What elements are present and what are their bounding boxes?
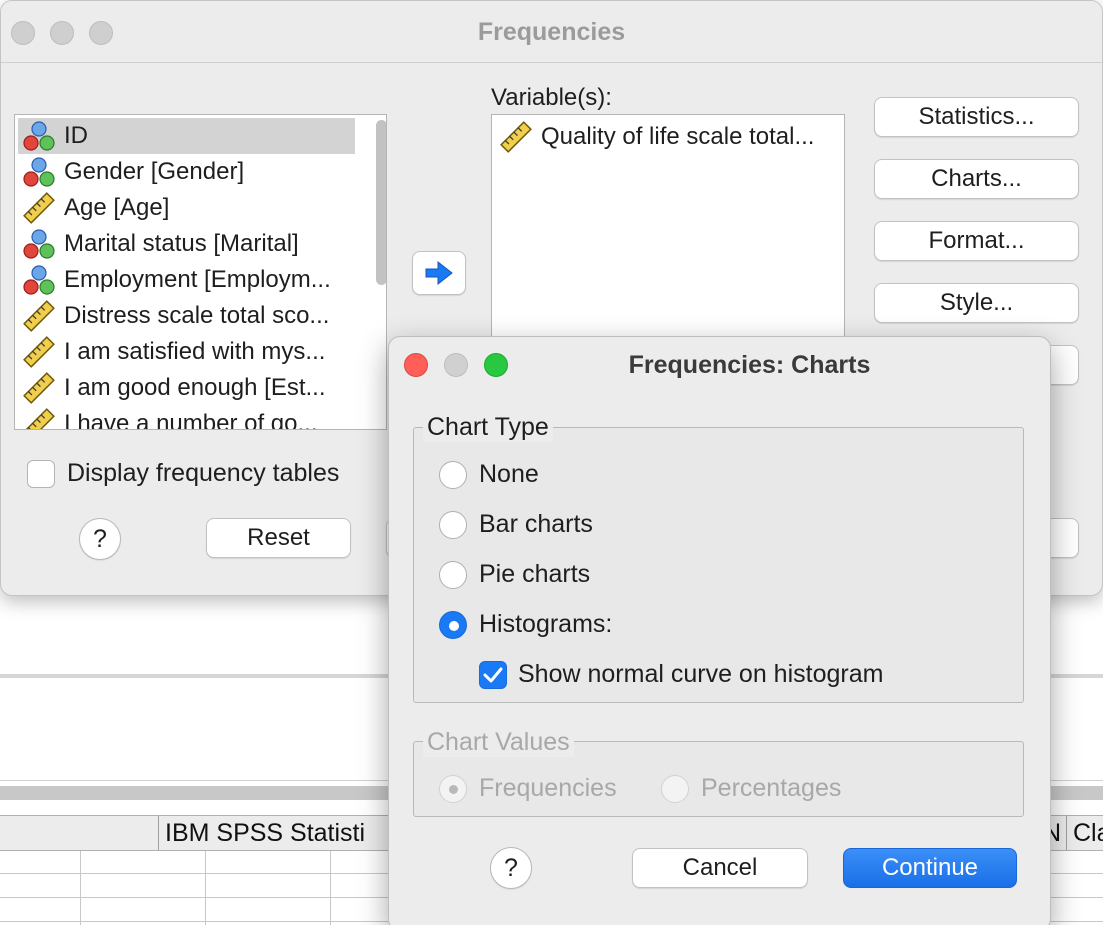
variable-item-id[interactable]: ID [18, 118, 355, 154]
move-variable-button[interactable] [412, 251, 466, 295]
help-button[interactable]: ? [79, 518, 121, 560]
show-normal-curve-label: Show normal curve on histogram [518, 660, 884, 688]
scale-ruler-icon [500, 121, 532, 153]
nominal-icon [23, 157, 55, 187]
statistics-button[interactable]: Statistics... [874, 97, 1079, 137]
variable-list-scrollbar[interactable] [376, 120, 386, 285]
display-frequency-tables-label: Display frequency tables [67, 459, 340, 487]
radio-percentages[interactable] [661, 775, 689, 803]
variable-item-good-enough[interactable]: I am good enough [Est... [18, 370, 355, 406]
chart-values-group-title: Chart Values [423, 728, 574, 757]
scale-ruler-icon [23, 336, 55, 368]
charts-help-button[interactable]: ? [490, 847, 532, 889]
frequencies-titlebar: Frequencies [1, 1, 1102, 63]
variable-label: Employment [Employm... [64, 266, 331, 293]
charts-dialog-title: Frequencies: Charts [628, 351, 871, 379]
variable-item-gender[interactable]: Gender [Gender] [18, 154, 355, 190]
nominal-icon [23, 229, 55, 259]
variable-label: Distress scale total sco... [64, 302, 330, 329]
charts-dialog: Frequencies: Charts Chart Type None Bar … [388, 336, 1051, 925]
variable-item-age[interactable]: Age [Age] [18, 190, 355, 226]
variable-item-number-of-good[interactable]: I have a number of go... [18, 406, 355, 430]
scale-ruler-icon [23, 408, 55, 429]
radio-percentages-label: Percentages [701, 774, 842, 802]
window-title: Frequencies [477, 18, 626, 46]
style-button[interactable]: Style... [874, 283, 1079, 323]
source-variable-list[interactable]: ID Gender [Gender] Age [Age] Marital sta… [14, 114, 387, 430]
nominal-icon [23, 121, 55, 151]
display-frequency-tables-checkbox[interactable] [27, 460, 55, 488]
radio-frequencies-label: Frequencies [479, 774, 617, 802]
radio-bar-charts[interactable] [439, 511, 467, 539]
variable-item-distress[interactable]: Distress scale total sco... [18, 298, 355, 334]
show-normal-curve-checkbox[interactable] [479, 661, 507, 689]
radio-frequencies[interactable] [439, 775, 467, 803]
scale-ruler-icon [23, 372, 55, 404]
target-list-label: Variable(s): [491, 84, 612, 111]
variable-label: Age [Age] [64, 194, 170, 221]
radio-none-label: None [479, 460, 539, 488]
target-variable-list[interactable]: Quality of life scale total... [491, 114, 845, 354]
charts-button[interactable]: Charts... [874, 159, 1079, 199]
arrow-right-icon [425, 260, 453, 286]
variable-item-satisfied[interactable]: I am satisfied with mys... [18, 334, 355, 370]
format-button[interactable]: Format... [874, 221, 1079, 261]
variable-label: Marital status [Marital] [64, 230, 299, 257]
variable-item-employment[interactable]: Employment [Employm... [18, 262, 355, 298]
variable-label: Gender [Gender] [64, 158, 245, 185]
variable-label: ID [64, 122, 88, 149]
radio-histograms-label: Histograms: [479, 610, 613, 638]
background-tab-spss[interactable]: IBM SPSS Statisti [158, 816, 398, 850]
reset-button[interactable]: Reset [206, 518, 351, 558]
radio-pie-charts[interactable] [439, 561, 467, 589]
radio-pie-charts-label: Pie charts [479, 560, 591, 588]
variable-label: I am satisfied with mys... [64, 338, 326, 365]
continue-button[interactable]: Continue [843, 848, 1017, 888]
target-item-label: Quality of life scale total... [541, 123, 815, 150]
target-item-quality-of-life[interactable]: Quality of life scale total... [495, 119, 840, 155]
scale-ruler-icon [23, 300, 55, 332]
variable-item-marital[interactable]: Marital status [Marital] [18, 226, 355, 262]
radio-bar-charts-label: Bar charts [479, 510, 593, 538]
checkmark-icon [483, 667, 503, 683]
radio-none[interactable] [439, 461, 467, 489]
nominal-icon [23, 265, 55, 295]
variable-label: I am good enough [Est... [64, 374, 326, 401]
variable-label: I have a number of go... [64, 410, 318, 430]
background-tab-cla[interactable]: Cla [1066, 816, 1103, 850]
charts-titlebar: Frequencies: Charts [389, 337, 1050, 393]
radio-histograms[interactable] [439, 611, 467, 639]
chart-type-group-title: Chart Type [423, 413, 553, 442]
scale-ruler-icon [23, 192, 55, 224]
cancel-button[interactable]: Cancel [632, 848, 808, 888]
